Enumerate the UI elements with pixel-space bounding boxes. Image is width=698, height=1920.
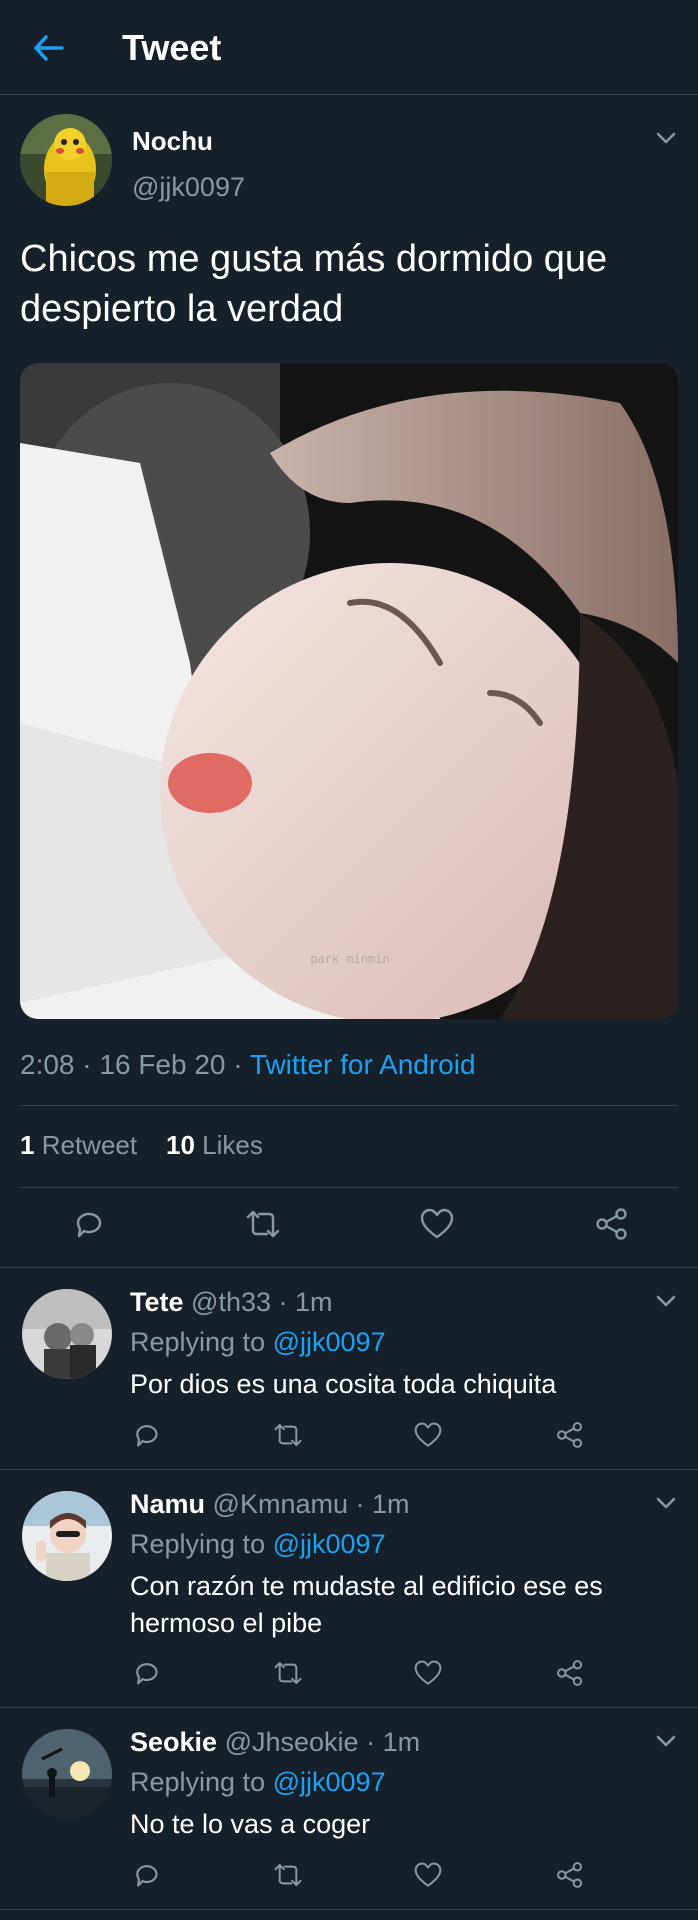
replying-to-line: Replying to @jjk0097 xyxy=(130,1767,386,1797)
reply-actions xyxy=(0,1855,698,1895)
chevron-down-icon[interactable] xyxy=(654,1729,678,1753)
reply-time: 1m xyxy=(382,1727,421,1757)
reply-text: Con razón te mudaste al edificio ese es … xyxy=(130,1571,603,1638)
replying-to-line: Replying to @jjk0097 xyxy=(130,1529,386,1559)
reply-author-name[interactable]: Tete xyxy=(130,1287,184,1317)
replying-to-link[interactable]: @jjk0097 xyxy=(273,1327,386,1357)
reply-icon[interactable] xyxy=(126,1653,166,1693)
share-icon[interactable] xyxy=(550,1855,590,1895)
page-title: Tweet xyxy=(122,27,222,68)
tweet-stats: 1 Retweet 10 Likes xyxy=(20,1130,263,1161)
tweet-text: Chicos me gusta más dormido que despiert… xyxy=(20,238,608,330)
tweet-meta: 2:08 · 16 Feb 20 · Twitter for Android xyxy=(20,1049,476,1081)
share-icon[interactable] xyxy=(592,1204,632,1244)
reply-separator: · xyxy=(271,1287,295,1317)
author-name[interactable]: Nochu xyxy=(132,126,213,157)
reply-avatar[interactable] xyxy=(22,1289,112,1379)
reply-separator: · xyxy=(358,1727,383,1757)
chevron-down-icon[interactable] xyxy=(654,1289,678,1313)
reply-time: 1m xyxy=(295,1287,333,1317)
reply-author-handle[interactable]: @th33 xyxy=(191,1287,271,1317)
retweet-icon[interactable] xyxy=(268,1653,308,1693)
replying-to-line: Replying to @jjk0097 xyxy=(130,1327,386,1357)
reply-icon[interactable] xyxy=(126,1855,166,1895)
tweet-photo[interactable]: park minmin xyxy=(20,363,678,1019)
chevron-down-icon[interactable] xyxy=(654,1491,678,1515)
top-bar: Tweet xyxy=(0,0,698,95)
reply-icon[interactable] xyxy=(68,1204,108,1244)
reply-header: Tete @th33 · 1m xyxy=(130,1287,333,1318)
reply-actions xyxy=(0,1415,698,1455)
reply-actions xyxy=(0,1653,698,1693)
retweet-icon[interactable] xyxy=(268,1855,308,1895)
author-avatar[interactable] xyxy=(20,114,112,206)
share-icon[interactable] xyxy=(550,1415,590,1455)
author-handle[interactable]: @jjk0097 xyxy=(132,172,245,203)
likes-count-link[interactable]: 10 Likes xyxy=(166,1130,263,1160)
replying-to-link[interactable]: @jjk0097 xyxy=(273,1767,386,1797)
tweet-actions xyxy=(0,1194,698,1254)
reply-item[interactable]: Seokie @Jhseokie · 1m Replying to @jjk00… xyxy=(0,1709,698,1910)
chevron-down-icon[interactable] xyxy=(654,126,678,150)
replying-to-link[interactable]: @jjk0097 xyxy=(273,1529,386,1559)
like-icon[interactable] xyxy=(408,1415,448,1455)
share-icon[interactable] xyxy=(550,1653,590,1693)
reply-separator: · xyxy=(347,1489,372,1519)
back-arrow-icon[interactable] xyxy=(28,28,68,68)
tweet-time: 2:08 xyxy=(20,1049,75,1080)
reply-author-name[interactable]: Namu xyxy=(130,1489,205,1519)
retweet-icon[interactable] xyxy=(243,1204,283,1244)
like-icon[interactable] xyxy=(417,1204,457,1244)
reply-icon[interactable] xyxy=(126,1415,166,1455)
divider xyxy=(20,1105,678,1106)
reply-author-handle[interactable]: @Jhseokie xyxy=(225,1727,359,1757)
tweet-date: 16 Feb 20 xyxy=(99,1049,226,1080)
meta-separator: · xyxy=(82,1049,100,1080)
reply-avatar[interactable] xyxy=(22,1729,112,1819)
reply-author-name[interactable]: Seokie xyxy=(130,1727,217,1757)
main-tweet: Nochu @jjk0097 Chicos me gusta más dormi… xyxy=(0,96,698,1268)
reply-avatar[interactable] xyxy=(22,1491,112,1581)
reply-item[interactable]: Tete @th33 · 1m Replying to @jjk0097 Por… xyxy=(0,1269,698,1470)
reply-header: Namu @Kmnamu · 1m xyxy=(130,1489,410,1520)
reply-header: Seokie @Jhseokie · 1m xyxy=(130,1727,420,1758)
retweet-icon[interactable] xyxy=(268,1415,308,1455)
reply-author-handle[interactable]: @Kmnamu xyxy=(213,1489,348,1519)
retweet-count-link[interactable]: 1 Retweet xyxy=(20,1130,137,1160)
photo-watermark: park minmin xyxy=(310,952,389,966)
tweet-source-link[interactable]: Twitter for Android xyxy=(250,1049,476,1080)
like-icon[interactable] xyxy=(408,1855,448,1895)
reply-time: 1m xyxy=(371,1489,410,1519)
reply-text: Por dios es una cosita toda chiquita xyxy=(130,1369,557,1399)
reply-text: No te lo vas a coger xyxy=(130,1809,371,1839)
like-icon[interactable] xyxy=(408,1653,448,1693)
reply-item[interactable]: Namu @Kmnamu · 1m Replying to @jjk0097 C… xyxy=(0,1471,698,1708)
meta-separator: · xyxy=(233,1049,250,1080)
divider xyxy=(20,1187,678,1188)
